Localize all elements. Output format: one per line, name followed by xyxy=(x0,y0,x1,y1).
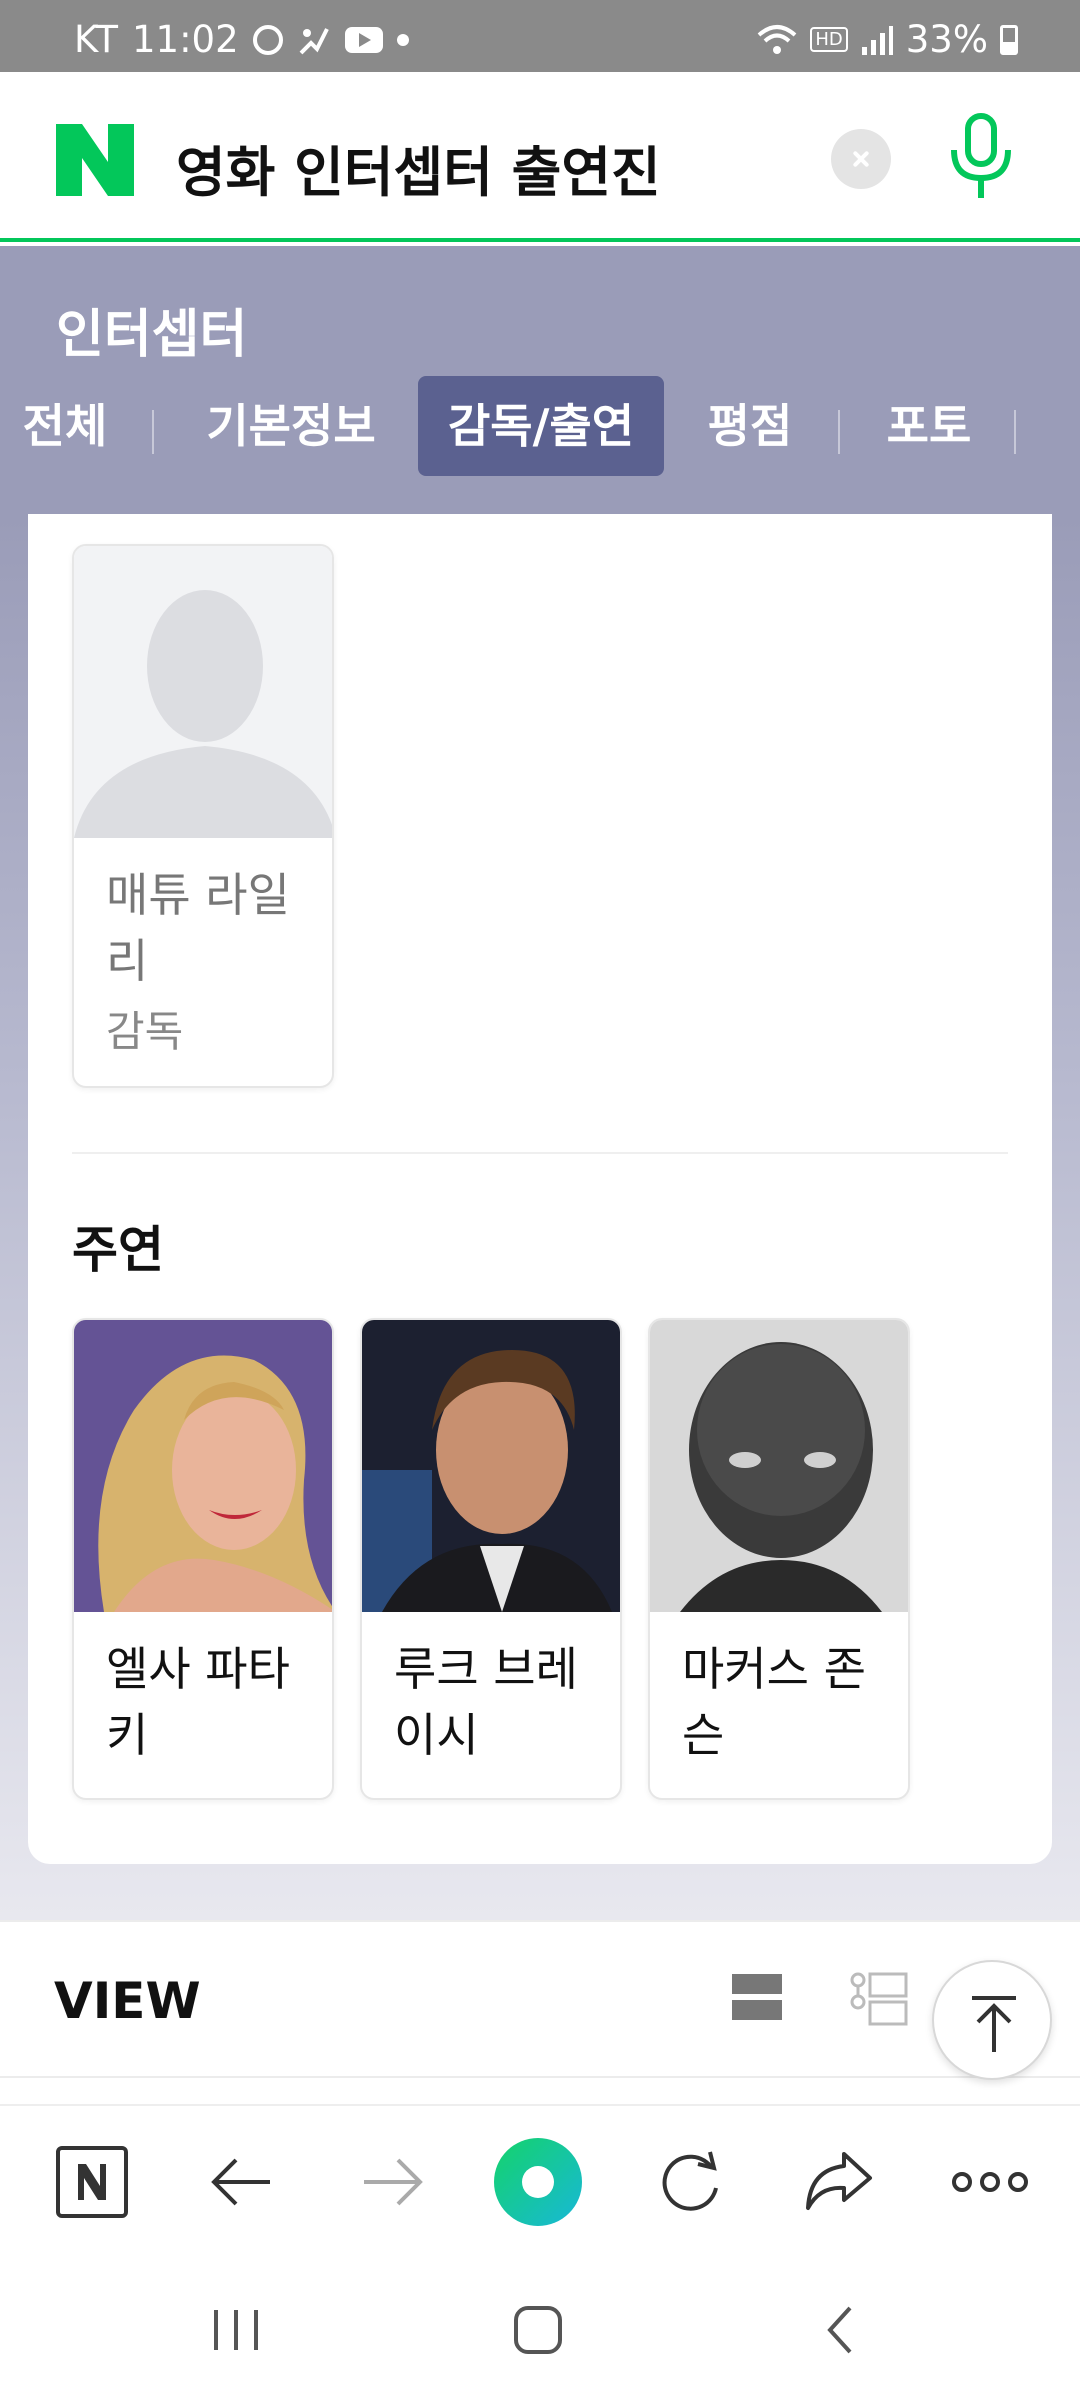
view-section: VIEW xyxy=(0,1920,1080,2078)
status-bar: KT 11:02 HD 33% xyxy=(0,0,1080,72)
signal-icon xyxy=(861,25,893,55)
microphone-icon[interactable] xyxy=(946,112,1016,204)
cast-card[interactable]: 루크 브레이시 xyxy=(360,1318,622,1800)
view-label: VIEW xyxy=(54,1972,201,2030)
profile-placeholder-icon xyxy=(74,546,332,838)
section-divider xyxy=(72,1152,1008,1154)
search-header: 영화 인터셉터 출연진 xyxy=(0,72,1080,242)
forward-arrow-icon[interactable] xyxy=(354,2144,430,2220)
home-icon[interactable] xyxy=(506,2298,570,2362)
detail-view-icon[interactable] xyxy=(850,1972,908,2028)
back-arrow-icon[interactable] xyxy=(204,2144,280,2220)
battery-icon xyxy=(1000,24,1018,55)
movie-header: 인터셉터 전체 기본정보 감독/출연 평점 포토 xyxy=(0,246,1080,514)
refresh-icon[interactable] xyxy=(652,2144,728,2220)
status-right: HD 33% xyxy=(756,18,1018,61)
director-role: 감독 xyxy=(106,1007,184,1056)
clock: 11:02 xyxy=(132,18,239,61)
section-title-lead-cast: 주연 xyxy=(72,1221,164,1279)
movie-title[interactable]: 인터셉터 xyxy=(56,292,247,367)
cast-name: 엘사 파타키 xyxy=(106,1642,290,1762)
silhouette-icon xyxy=(74,590,332,838)
back-icon[interactable] xyxy=(810,2298,874,2362)
activity-icon xyxy=(299,27,329,54)
scroll-top-icon[interactable] xyxy=(932,1960,1052,2080)
cast-card[interactable]: 엘사 파타키 xyxy=(72,1318,334,1800)
director-card[interactable]: 매튜 라일리 감독 xyxy=(72,544,334,1088)
tab-rating[interactable]: 평점 xyxy=(690,376,810,476)
tab-separator xyxy=(1014,410,1016,454)
actress-photo xyxy=(74,1320,332,1612)
naver-home-icon[interactable] xyxy=(54,2144,130,2220)
wifi-icon xyxy=(758,24,797,54)
list-view-icon[interactable] xyxy=(732,1972,782,2024)
tab-separator xyxy=(152,410,154,454)
more-icon[interactable] xyxy=(950,2144,1030,2220)
battery-percent: 33% xyxy=(905,18,988,61)
tab-separator xyxy=(838,410,840,454)
cast-name: 마커스 존슨 xyxy=(682,1642,866,1762)
threads-icon xyxy=(252,24,283,55)
cast-name: 루크 브레이시 xyxy=(394,1642,578,1762)
status-left: KT 11:02 xyxy=(74,18,409,61)
tab-all[interactable]: 전체 xyxy=(0,376,130,476)
browser-toolbar xyxy=(0,2104,1080,2254)
notification-dot xyxy=(396,33,409,46)
system-nav-bar xyxy=(0,2254,1080,2400)
green-dot-button[interactable] xyxy=(492,2136,584,2228)
tab-basic-info[interactable]: 기본정보 xyxy=(186,376,396,476)
hd-voice-badge: HD xyxy=(810,27,848,52)
share-icon[interactable] xyxy=(800,2144,876,2220)
carrier-label: KT xyxy=(74,18,118,61)
cast-card[interactable]: 마커스 존슨 xyxy=(648,1318,910,1800)
close-icon[interactable] xyxy=(831,129,891,189)
director-name: 매튜 라일리 xyxy=(106,868,290,988)
tab-cast[interactable]: 감독/출연 xyxy=(418,376,664,476)
movie-tabs: 전체 기본정보 감독/출연 평점 포토 xyxy=(0,376,1080,476)
recent-apps-icon[interactable] xyxy=(204,2298,268,2362)
search-query[interactable]: 영화 인터셉터 출연진 xyxy=(176,128,661,207)
actor-photo-bw xyxy=(650,1320,908,1612)
youtube-icon xyxy=(344,26,383,53)
actor-photo xyxy=(362,1320,620,1612)
tab-photo[interactable]: 포토 xyxy=(870,376,988,476)
naver-logo[interactable] xyxy=(56,124,134,196)
